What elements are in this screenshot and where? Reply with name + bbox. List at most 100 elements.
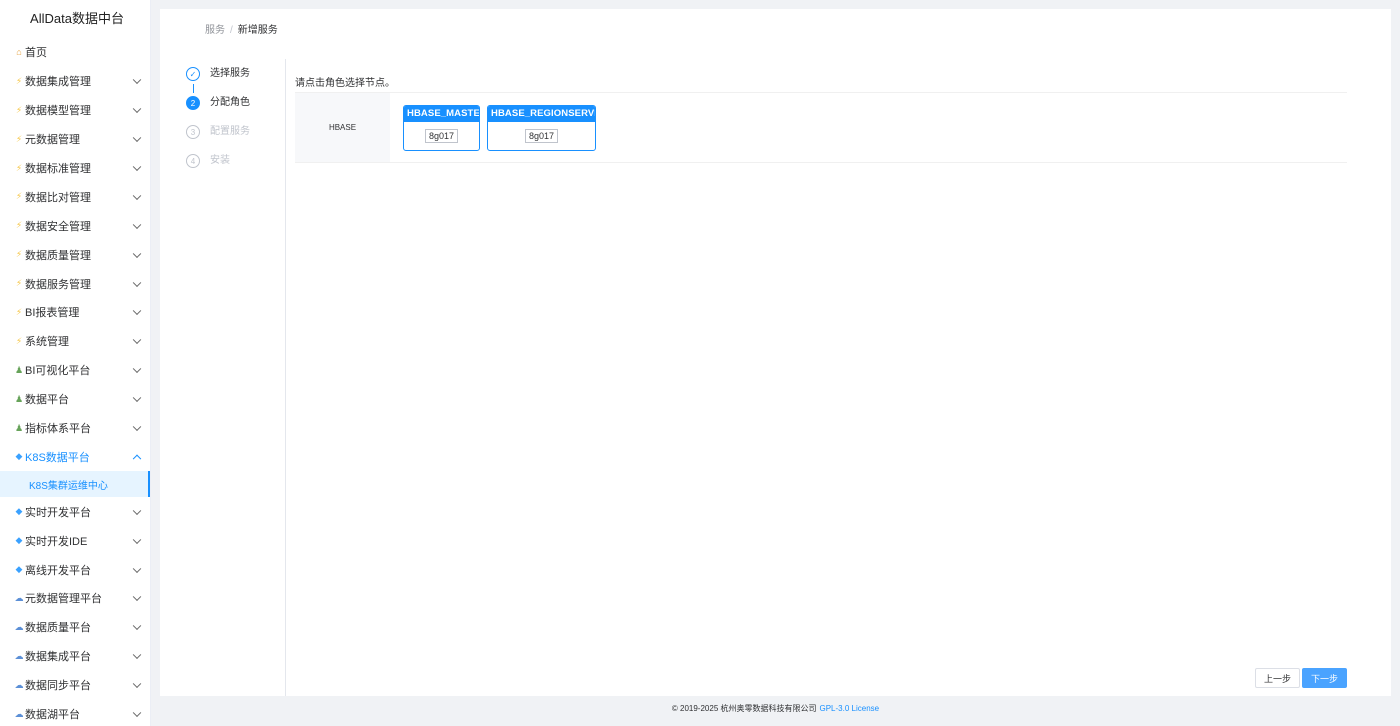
next-step-button[interactable]: 下一步 — [1302, 668, 1347, 688]
bolt-icon: ⚡ — [15, 278, 23, 289]
sidebar-item-data-service-mgmt[interactable]: ⚡ 数据服务管理 — [0, 269, 150, 298]
wizard-steps: ✓ 选择服务 2 分配角色 3 配置服务 4 安装 — [186, 67, 286, 183]
step-label: 选择服务 — [210, 68, 250, 79]
sidebar-item-metadata-platform[interactable]: ☁ 元数据管理平台 — [0, 584, 150, 613]
sidebar-item-label: 实时开发IDE — [25, 535, 88, 548]
sidebar-item-label: 系统管理 — [25, 336, 69, 349]
role-name: HBASE_MASTER — [404, 106, 479, 122]
steps-divider — [285, 59, 286, 696]
user-icon: ♟ — [14, 364, 24, 375]
sidebar-item-realtime-ide[interactable]: ◆ 实时开发IDE — [0, 526, 150, 555]
cloud-icon: ☁ — [14, 592, 24, 603]
chevron-up-icon — [132, 454, 142, 463]
footer: © 2019-2025 杭州奥零数据科技有限公司 GPL-3.0 License — [160, 703, 1391, 714]
sidebar-item-k8s-platform[interactable]: ◆ K8S数据平台 — [0, 442, 150, 471]
breadcrumb-parent[interactable]: 服务 — [205, 25, 225, 36]
sidebar-item-data-compare-mgmt[interactable]: ⚡ 数据比对管理 — [0, 182, 150, 211]
bolt-icon: ⚡ — [15, 162, 23, 173]
sidebar-item-label: 指标体系平台 — [25, 423, 91, 436]
user-icon: ♟ — [14, 393, 24, 404]
home-icon: ⌂ — [16, 46, 22, 57]
sidebar-item-label: 数据模型管理 — [25, 105, 91, 118]
sidebar-item-bi-visual-platform[interactable]: ♟ BI可视化平台 — [0, 356, 150, 385]
bolt-icon: ⚡ — [15, 75, 23, 86]
bolt-icon: ⚡ — [15, 191, 23, 202]
sidebar-item-label: K8S数据平台 — [25, 451, 90, 464]
chevron-down-icon — [132, 364, 142, 374]
bolt-icon: ⚡ — [15, 220, 23, 231]
sidebar-item-data-sync-platform[interactable]: ☁ 数据同步平台 — [0, 671, 150, 700]
sidebar-item-data-model-mgmt[interactable]: ⚡ 数据模型管理 — [0, 96, 150, 125]
sidebar-item-data-lake-platform[interactable]: ☁ 数据湖平台 — [0, 700, 150, 726]
sidebar-item-label: 数据集成管理 — [25, 76, 91, 89]
sidebar-item-label: BI可视化平台 — [25, 365, 91, 378]
sidebar-item-bi-report-mgmt[interactable]: ⚡ BI报表管理 — [0, 298, 150, 327]
sidebar-item-label: 数据质量管理 — [25, 249, 91, 262]
chevron-down-icon — [132, 679, 142, 689]
sidebar-item-label: 数据同步平台 — [25, 680, 91, 693]
sidebar-item-system-mgmt[interactable]: ⚡ 系统管理 — [0, 327, 150, 356]
chevron-down-icon — [132, 708, 142, 718]
cloud-icon: ☁ — [14, 679, 24, 690]
role-name: HBASE_REGIONSERVER — [488, 106, 595, 122]
step-assign-roles: 2 分配角色 — [186, 96, 286, 125]
chevron-down-icon — [132, 220, 142, 229]
bolt-icon: ⚡ — [15, 133, 23, 144]
sidebar-item-label: 数据平台 — [25, 394, 69, 407]
gem-icon: ◆ — [15, 564, 23, 575]
role-card-hbase-regionserver[interactable]: HBASE_REGIONSERVER 8g017 — [487, 105, 596, 151]
sidebar-item-data-quality-mgmt[interactable]: ⚡ 数据质量管理 — [0, 240, 150, 269]
role-hosts: 8g017 — [488, 122, 595, 150]
step-select-service: ✓ 选择服务 — [186, 67, 286, 96]
chevron-down-icon — [132, 621, 142, 631]
sidebar-item-data-security-mgmt[interactable]: ⚡ 数据安全管理 — [0, 211, 150, 240]
check-icon: ✓ — [186, 67, 200, 81]
sidebar-item-label: 数据服务管理 — [25, 278, 91, 291]
sidebar-item-metric-platform[interactable]: ♟ 指标体系平台 — [0, 414, 150, 443]
main-card: 服务 / 新增服务 ✓ 选择服务 2 分配角色 3 配置服务 4 安装 请点击角色选… — [160, 9, 1391, 696]
step-number: 2 — [186, 96, 200, 110]
host-tag[interactable]: 8g017 — [524, 129, 559, 143]
chevron-down-icon — [132, 278, 142, 287]
sidebar-item-home[interactable]: ⌂ 首页 — [0, 38, 150, 67]
app-root: AllData数据中台 ⌂ 首页 ⚡ 数据集成管理 ⚡ 数据模型管理 ⚡ 元数据… — [0, 0, 1400, 726]
gem-icon: ◆ — [15, 506, 23, 517]
bolt-icon: ⚡ — [15, 104, 23, 115]
role-assignment-table: HBASE HBASE_MASTER 8g017 HBASE_REGIONSER… — [295, 92, 1347, 163]
sidebar-menu: ⌂ 首页 ⚡ 数据集成管理 ⚡ 数据模型管理 ⚡ 元数据管理 ⚡ 数据标准管理 — [0, 38, 150, 726]
host-tag[interactable]: 8g017 — [424, 129, 459, 143]
gem-icon: ◆ — [15, 535, 23, 546]
sidebar-subitem-k8s-cluster-ops[interactable]: K8S集群运维中心 — [0, 471, 150, 498]
sidebar-subitem-label: K8S集群运维中心 — [29, 480, 108, 492]
chevron-down-icon — [132, 249, 142, 258]
sidebar-item-label: 数据湖平台 — [25, 709, 80, 722]
cloud-icon: ☁ — [14, 621, 24, 632]
sidebar-item-realtime-dev-platform[interactable]: ◆ 实时开发平台 — [0, 497, 150, 526]
chevron-down-icon — [132, 564, 142, 573]
sidebar-item-data-integration-platform[interactable]: ☁ 数据集成平台 — [0, 642, 150, 671]
cloud-icon: ☁ — [14, 650, 24, 661]
chevron-down-icon — [132, 75, 142, 85]
step-label: 分配角色 — [210, 97, 250, 108]
prev-step-button[interactable]: 上一步 — [1255, 668, 1300, 688]
breadcrumb-current: 新增服务 — [237, 25, 278, 36]
chevron-down-icon — [132, 191, 142, 200]
sidebar-item-data-standard-mgmt[interactable]: ⚡ 数据标准管理 — [0, 154, 150, 183]
footer-license-link[interactable]: GPL-3.0 License — [820, 704, 880, 713]
bolt-icon: ⚡ — [15, 306, 23, 317]
sidebar-item-offline-dev-platform[interactable]: ◆ 离线开发平台 — [0, 555, 150, 584]
step-number: 3 — [186, 125, 200, 139]
role-hosts: 8g017 — [404, 122, 479, 150]
app-logo-title: AllData数据中台 — [30, 11, 124, 26]
role-card-hbase-master[interactable]: HBASE_MASTER 8g017 — [403, 105, 480, 151]
chevron-down-icon — [132, 104, 142, 114]
sidebar-item-data-integration-mgmt[interactable]: ⚡ 数据集成管理 — [0, 67, 150, 96]
sidebar-item-data-platform[interactable]: ♟ 数据平台 — [0, 385, 150, 414]
sidebar-item-label: 数据集成平台 — [25, 651, 91, 664]
chevron-down-icon — [132, 506, 142, 515]
chevron-down-icon — [132, 593, 142, 602]
sidebar-item-data-quality-platform[interactable]: ☁ 数据质量平台 — [0, 613, 150, 642]
user-icon: ♟ — [14, 422, 24, 433]
breadcrumb-separator: / — [230, 25, 233, 36]
sidebar-item-metadata-mgmt[interactable]: ⚡ 元数据管理 — [0, 125, 150, 154]
